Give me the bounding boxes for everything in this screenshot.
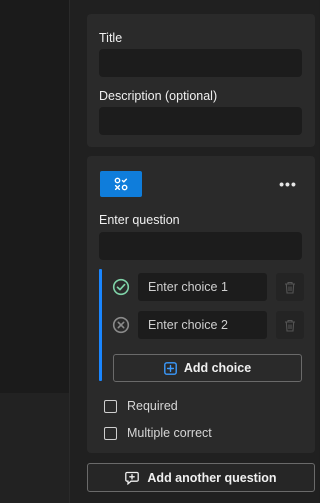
add-another-question-button[interactable]: Add another question: [87, 463, 315, 492]
description-input[interactable]: [99, 107, 302, 135]
add-another-question-label: Add another question: [147, 470, 277, 485]
question-type-button[interactable]: [100, 171, 142, 197]
multiple-correct-label: Multiple correct: [127, 426, 212, 440]
trash-icon: [285, 281, 295, 294]
choices-rail: [99, 269, 102, 381]
trash-icon: [285, 319, 295, 332]
canvas-area: [0, 0, 70, 503]
required-label: Required: [127, 399, 178, 413]
canvas-lower-region: [0, 393, 70, 503]
question-input[interactable]: [99, 232, 302, 260]
add-question-icon: [125, 471, 140, 485]
more-options-button[interactable]: •••: [277, 175, 299, 193]
choice-input-2[interactable]: Enter choice 2: [138, 311, 267, 339]
form-details-card: Title Description (optional): [87, 14, 315, 147]
add-choice-button[interactable]: Add choice: [113, 354, 302, 382]
delete-choice-1-button[interactable]: [276, 273, 304, 301]
title-label: Title: [99, 31, 123, 45]
choice-input-1[interactable]: Enter choice 1: [138, 273, 267, 301]
x-circle-icon[interactable]: [112, 316, 130, 334]
plus-square-icon: [163, 361, 177, 375]
choice-row-1: Enter choice 1: [112, 273, 304, 301]
required-option[interactable]: Required: [104, 397, 178, 415]
title-input[interactable]: [99, 49, 302, 77]
description-label: Description (optional): [99, 89, 218, 103]
choice-row-2: Enter choice 2: [112, 311, 304, 339]
question-label: Enter question: [99, 213, 180, 227]
check-circle-icon[interactable]: [112, 278, 130, 296]
choice-question-icon: [114, 177, 128, 191]
add-choice-label: Add choice: [183, 361, 252, 375]
more-options-icon: •••: [279, 176, 297, 192]
multiple-correct-checkbox[interactable]: [104, 426, 117, 440]
question-card: ••• Enter question Enter choice 1 Enter …: [87, 156, 315, 453]
multiple-correct-option[interactable]: Multiple correct: [104, 424, 212, 442]
required-checkbox[interactable]: [104, 399, 117, 413]
delete-choice-2-button[interactable]: [276, 311, 304, 339]
